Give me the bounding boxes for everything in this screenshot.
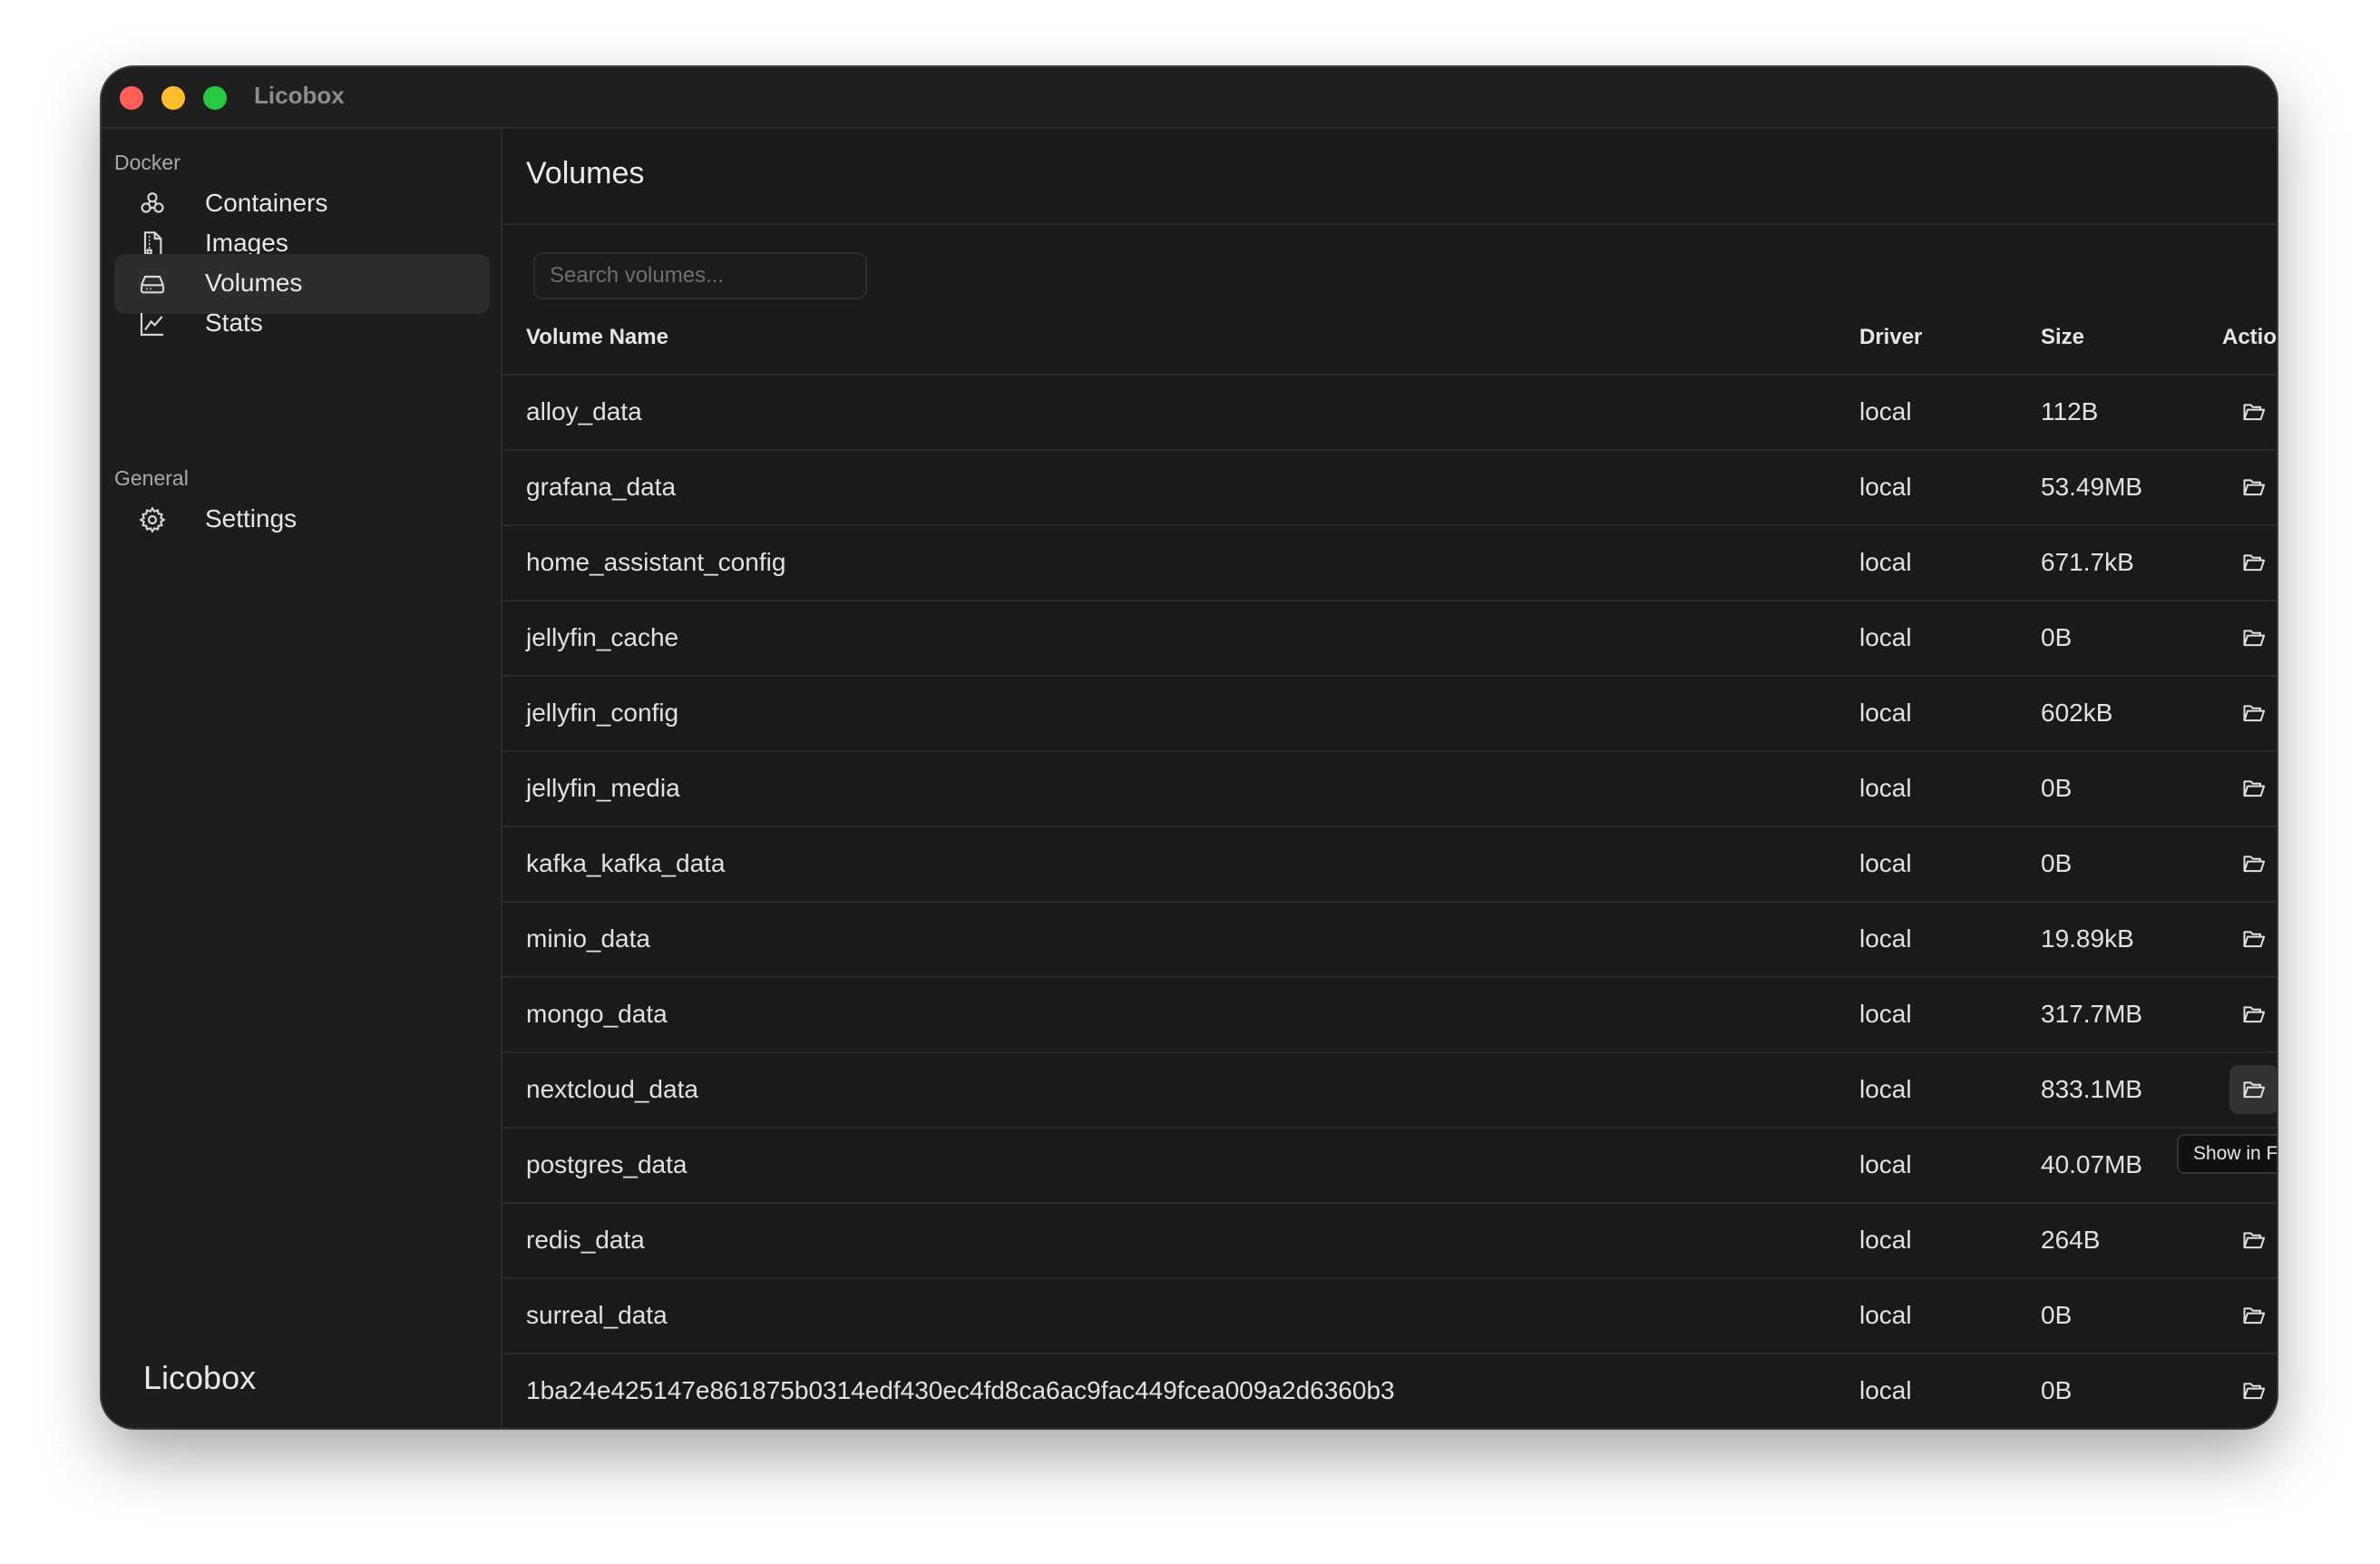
size-cell: 0B	[2041, 1301, 2073, 1329]
table-row[interactable]: nextcloud_data local 833.1MB	[502, 1051, 2277, 1127]
table-row[interactable]: jellyfin_media local 0B	[502, 750, 2277, 826]
size-cell: 0B	[2041, 623, 2073, 651]
size-cell: 317.7MB	[2041, 1000, 2143, 1028]
driver-cell: local	[1859, 397, 1912, 425]
stats-icon	[140, 313, 163, 337]
show-in-finder-button[interactable]	[2229, 764, 2277, 813]
page-title: Volumes	[526, 156, 645, 191]
driver-cell: local	[1859, 774, 1912, 802]
show-in-finder-button[interactable]	[2229, 538, 2277, 587]
size-cell: 112B	[2041, 397, 2099, 425]
zoom-window-button[interactable]	[203, 86, 227, 110]
sidebar-item-stats[interactable]: Stats	[114, 294, 490, 354]
minimize-window-button[interactable]	[161, 86, 185, 110]
table-row[interactable]: surreal_data local 0B	[502, 1277, 2277, 1353]
volume-name-cell: alloy_data	[526, 397, 642, 425]
title-bar: Licobox	[102, 67, 2277, 129]
gear-icon	[139, 506, 166, 533]
table-row[interactable]: minio_data local 19.89kB	[502, 901, 2277, 976]
table-row[interactable]: home_assistant_config local 671.7kB	[502, 524, 2277, 600]
sidebar-item-label: Stats	[205, 308, 263, 337]
volume-name-cell: jellyfin_cache	[526, 623, 679, 651]
driver-cell: local	[1859, 1075, 1912, 1103]
volume-name-cell: 1ba24e425147e861875b0314edf430ec4fd8ca6a…	[526, 1376, 1395, 1404]
show-in-finder-button[interactable]	[2229, 463, 2277, 512]
volume-name-cell: jellyfin_media	[526, 774, 680, 802]
show-in-finder-button[interactable]	[2229, 990, 2277, 1039]
main-panel: Volumes Volume Name Driver Size Actions …	[502, 129, 2277, 1428]
driver-cell: local	[1859, 1376, 1912, 1404]
size-cell: 602kB	[2041, 699, 2113, 727]
size-cell: 0B	[2041, 849, 2073, 877]
show-in-finder-button[interactable]	[2229, 1065, 2277, 1114]
table-row[interactable]: 1ba24e425147e861875b0314edf430ec4fd8ca6a…	[502, 1353, 2277, 1428]
size-cell: 671.7kB	[2041, 548, 2134, 576]
size-cell: 40.07MB	[2041, 1150, 2143, 1178]
volume-name-cell: surreal_data	[526, 1301, 668, 1329]
table-row[interactable]: grafana_data local 53.49MB	[502, 449, 2277, 524]
show-in-finder-button[interactable]	[2229, 613, 2277, 662]
table-row[interactable]: mongo_data local 317.7MB	[502, 976, 2277, 1051]
volume-name-cell: kafka_kafka_data	[526, 849, 726, 877]
volume-name-cell: jellyfin_config	[526, 699, 679, 727]
volume-name-cell: redis_data	[526, 1226, 645, 1254]
header-divider	[502, 223, 2277, 225]
table-row[interactable]: jellyfin_config local 602kB	[502, 675, 2277, 750]
driver-cell: local	[1859, 1150, 1912, 1178]
size-cell: 19.89kB	[2041, 924, 2134, 953]
volume-name-cell: grafana_data	[526, 473, 677, 501]
table-row[interactable]: jellyfin_cache local 0B	[502, 600, 2277, 675]
sidebar-item-label: Settings	[205, 504, 298, 533]
sidebar: Docker Containers Images Volumes Stats G…	[102, 129, 502, 1428]
column-header-size: Size	[2041, 325, 2085, 349]
show-in-finder-button[interactable]	[2229, 689, 2277, 738]
driver-cell: local	[1859, 623, 1912, 651]
table-row[interactable]: kafka_kafka_data local 0B	[502, 826, 2277, 901]
app-window: Licobox Docker Containers Images Volumes	[102, 67, 2277, 1428]
size-cell: 53.49MB	[2041, 473, 2143, 501]
show-in-finder-button[interactable]	[2229, 1366, 2277, 1415]
search-input[interactable]	[533, 252, 867, 299]
table-row[interactable]: postgres_data local 40.07MB	[502, 1127, 2277, 1202]
column-header-volume-name: Volume Name	[526, 325, 668, 349]
table-row[interactable]: alloy_data local 112B	[502, 374, 2277, 449]
size-cell: 833.1MB	[2041, 1075, 2143, 1103]
table-row[interactable]: redis_data local 264B	[502, 1202, 2277, 1277]
driver-cell: local	[1859, 1226, 1912, 1254]
driver-cell: local	[1859, 548, 1912, 576]
driver-cell: local	[1859, 1000, 1912, 1028]
sidebar-section-general: General	[114, 466, 189, 490]
sidebar-footer-brand: Licobox	[143, 1359, 257, 1396]
window-title: Licobox	[254, 82, 345, 109]
volumes-table-body: alloy_data local 112B grafana_data local 53.4…	[502, 374, 2277, 1428]
show-in-finder-button[interactable]	[2229, 914, 2277, 963]
driver-cell: local	[1859, 1301, 1912, 1329]
size-cell: 0B	[2041, 1376, 2073, 1404]
sidebar-section-docker: Docker	[114, 151, 180, 174]
driver-cell: local	[1859, 849, 1912, 877]
driver-cell: local	[1859, 473, 1912, 501]
sidebar-item-settings[interactable]: Settings	[114, 490, 490, 550]
volume-name-cell: nextcloud_data	[526, 1075, 698, 1103]
close-window-button[interactable]	[120, 86, 143, 110]
volume-name-cell: minio_data	[526, 924, 650, 953]
show-in-finder-button[interactable]	[2229, 1216, 2277, 1265]
column-header-driver: Driver	[1859, 325, 1923, 349]
driver-cell: local	[1859, 699, 1912, 727]
volume-name-cell: home_assistant_config	[526, 548, 786, 576]
tooltip: Show in Finder	[2177, 1134, 2277, 1174]
volume-name-cell: postgres_data	[526, 1150, 688, 1178]
show-in-finder-button[interactable]	[2229, 387, 2277, 436]
show-in-finder-button[interactable]	[2229, 839, 2277, 888]
column-header-actions: Actions	[2222, 325, 2277, 349]
show-in-finder-button[interactable]	[2229, 1291, 2277, 1340]
size-cell: 0B	[2041, 774, 2073, 802]
volume-name-cell: mongo_data	[526, 1000, 668, 1028]
size-cell: 264B	[2041, 1226, 2101, 1254]
driver-cell: local	[1859, 924, 1912, 953]
